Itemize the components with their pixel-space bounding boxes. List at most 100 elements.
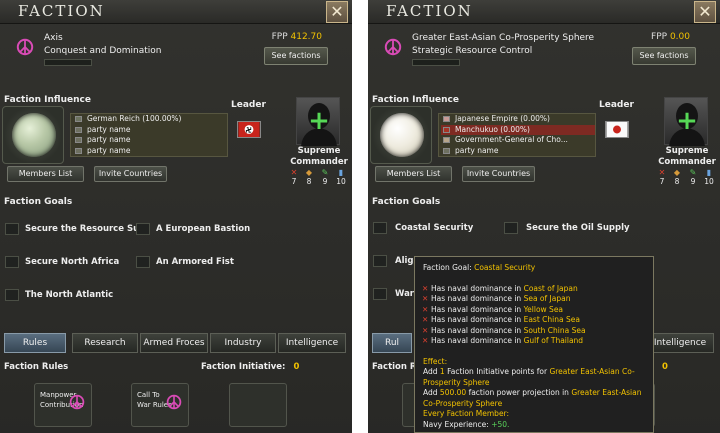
leader-portrait[interactable]: + [664,97,708,146]
logistics-stat: ▮ 10 [334,168,348,186]
goal-checkbox[interactable] [373,255,387,267]
member-row[interactable]: party name [441,146,595,157]
tab-armed-forces[interactable]: Armed Froces [140,333,208,353]
peace-icon [384,38,402,56]
goal-checkbox[interactable] [504,222,518,234]
faction-name: Axis [44,33,63,43]
goal-checkbox[interactable] [373,222,387,234]
faction-goals-title: Faction Goals [4,197,73,207]
condition-prefix: Has naval dominance in [431,325,522,335]
member-row[interactable]: Manchukuo (0.00%) [441,124,595,135]
fpp-readout: FPP 0.00 [651,32,690,42]
see-factions-button[interactable]: See factions [632,47,696,65]
tab-rules[interactable]: Rules [4,333,66,353]
member-row[interactable]: German Reich (100.00%) [73,114,227,125]
goal-checkbox[interactable] [136,223,150,235]
faction-ideology: Conquest and Domination [44,46,162,56]
fpp-value: 0.00 [669,32,690,42]
tab-bar: Rules Research Armed Froces Industry Int… [0,333,352,353]
planning-icon: ✎ [689,168,697,177]
members-list-button[interactable]: Members List [375,166,452,182]
goal-label: A European Bastion [156,224,251,234]
initiative-label: Faction Initiative: [201,362,286,372]
leader-title: Supreme Commander [654,146,720,168]
cross-icon: ✕ [422,325,429,335]
attack-value: 7 [659,177,665,186]
member-row[interactable]: Japanese Empire (0.00%) [441,114,595,125]
navy-xp-value: +50. [491,419,510,429]
faction-rules-title: Faction Rules [4,362,69,372]
planning-stat: ✎ 9 [318,168,332,186]
member-color-swatch [75,116,82,122]
see-factions-button[interactable]: See factions [264,47,328,65]
close-button[interactable]: ✕ [694,1,716,23]
rule-card-empty[interactable] [229,383,287,427]
shield-icon: ◆ [305,168,313,177]
faction-progress-bar [412,59,460,66]
goal-checkbox[interactable] [5,223,19,235]
window-title: Faction [18,2,105,20]
member-color-swatch [75,126,82,133]
logistics-icon: ▮ [706,168,712,177]
invite-countries-button[interactable]: Invite Countries [462,166,535,182]
tooltip-effect-2: Add 500.00 faction power projection in G… [423,388,645,409]
rule-card-call-to-war[interactable]: Call To War Rules [131,383,189,427]
goal-checkbox[interactable] [136,256,150,268]
member-name: party name [87,135,131,144]
member-name: Japanese Empire (0.00%) [455,114,550,123]
member-color-swatch [443,126,450,133]
fpp-readout: FPP 412.70 [272,32,322,42]
goal-label: War [395,289,415,299]
fpp-label: FPP [651,32,668,42]
tooltip-condition: ✕ Has naval dominance in Gulf of Thailand [422,336,645,347]
cross-icon: ✕ [422,283,429,293]
tooltip-goal-label: Faction Goal: [423,263,472,272]
defense-value: 8 [306,177,312,186]
planning-icon: ✎ [321,168,329,177]
goal-label: Secure the Oil Supply [526,223,630,233]
logistics-value: 10 [336,177,346,186]
faction-influence-label: Faction Influence [372,95,459,105]
plus-icon: + [676,106,698,136]
tab-industry[interactable]: Industry [210,333,276,353]
cross-icon: ✕ [422,294,429,303]
goal-checkbox[interactable] [373,288,387,300]
rule-card-manpower[interactable]: Manpower Contribution [34,383,92,427]
member-row[interactable]: party name [73,125,227,136]
tab-rules[interactable]: Rul [372,333,412,353]
member-row[interactable]: party name [73,146,227,157]
condition-sea: South China Sea [523,325,586,335]
goal-checkbox[interactable] [5,256,19,268]
tooltip-navy-xp: Navy Experience: +50. [423,420,645,431]
member-row[interactable]: Government-General of Cho... [441,135,595,146]
close-button[interactable]: ✕ [326,1,348,23]
planning-stat: ✎ 9 [686,168,700,186]
faction-name: Greater East-Asian Co-Prosperity Sphere [412,33,595,43]
tab-intelligence[interactable]: Intelligence [646,333,714,353]
leader-stats: ✕ 7 ◆ 8 ✎ 9 ▮ 10 [287,168,352,186]
member-color-swatch [75,137,82,143]
leader-portrait[interactable]: + [296,97,340,146]
goal-label: Coastal Security [395,223,474,233]
tooltip-effect-label: Effect: [423,356,448,366]
effect-value-1: 1 [439,367,445,376]
leader-label: Leader [231,100,266,110]
members-list: Japanese Empire (0.00%) Manchukuo (0.00%… [438,113,596,157]
goal-checkbox[interactable] [5,289,19,301]
title-bar: Faction ✕ [0,0,352,24]
condition-prefix: Has naval dominance in [431,294,522,303]
leader-flag-icon[interactable] [605,121,629,138]
invite-countries-button[interactable]: Invite Countries [94,166,167,182]
tooltip-every-member: Every Faction Member: [423,409,510,418]
faction-initiative: 0 [654,362,668,372]
leader-flag-icon[interactable] [237,121,261,138]
member-name: party name [87,145,131,155]
tab-intelligence[interactable]: Intelligence [278,333,346,353]
condition-sea: Coast of Japan [523,283,578,293]
tab-research[interactable]: Research [72,333,138,353]
peace-icon [69,394,85,410]
effect-text-1: Faction Initiative points for [447,367,548,376]
planning-value: 9 [690,177,696,186]
member-row[interactable]: party name [73,135,227,146]
members-list-button[interactable]: Members List [7,166,84,182]
